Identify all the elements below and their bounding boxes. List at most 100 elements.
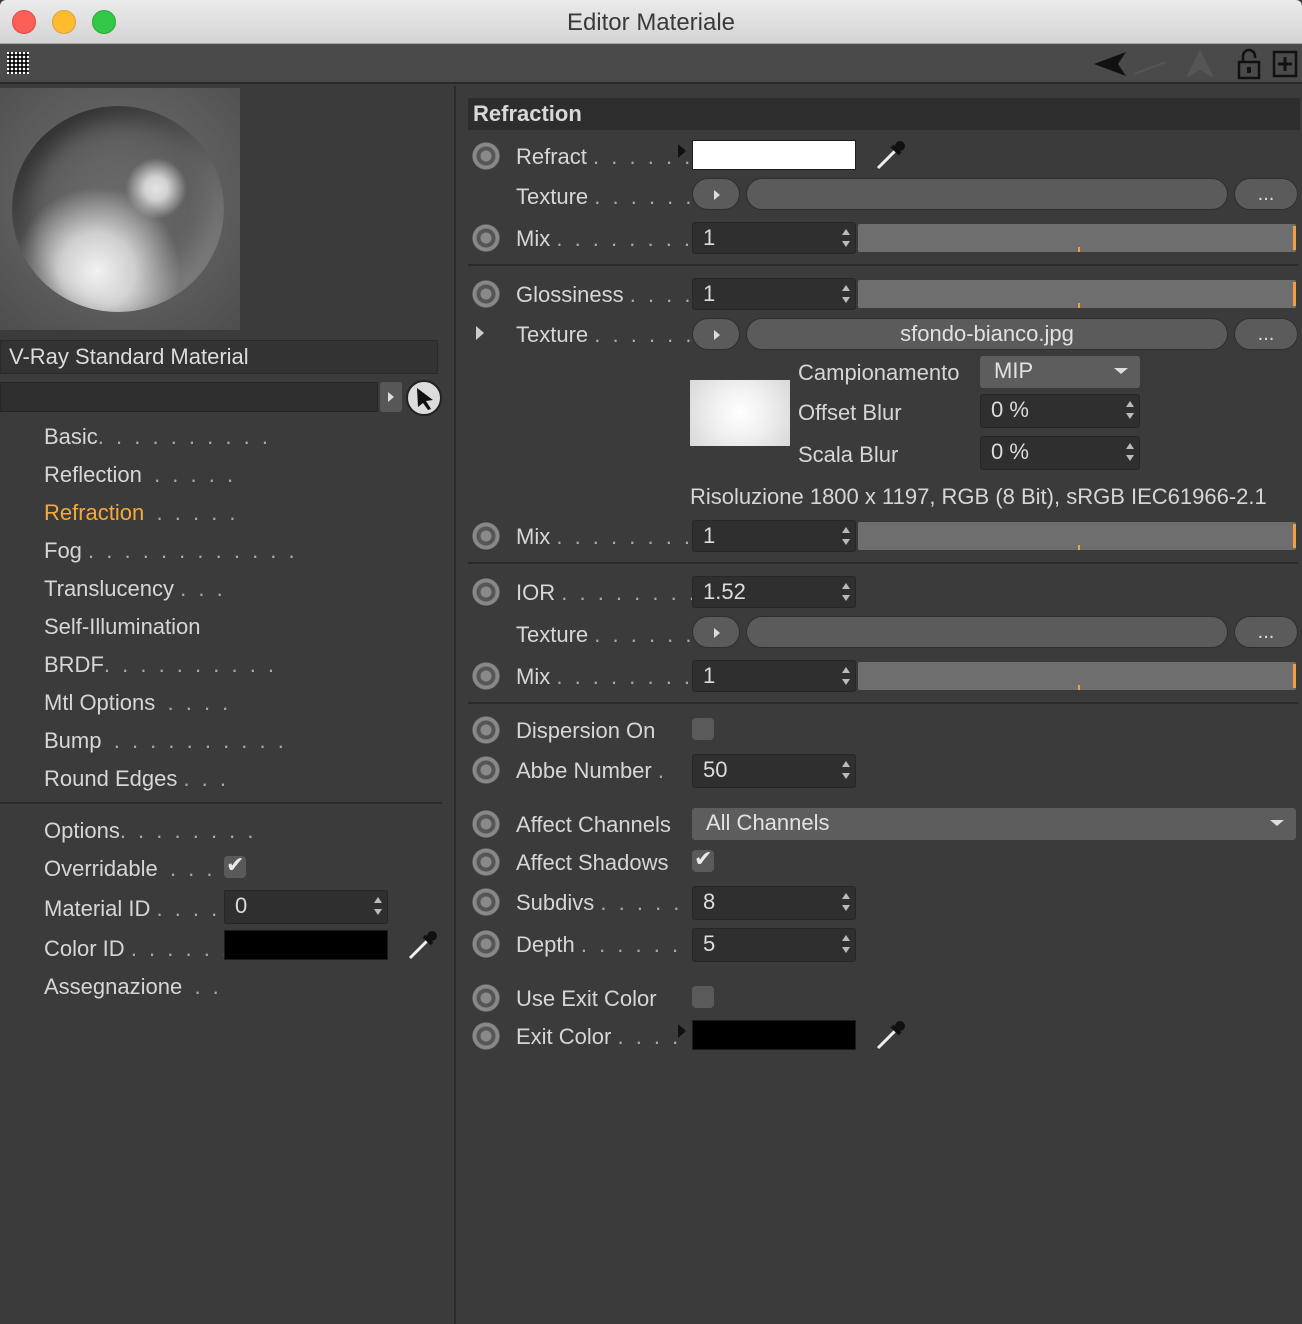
- nav-brdf[interactable]: BRDF. . . . . . . . . .: [44, 652, 277, 678]
- offset-blur-field[interactable]: 0 %: [980, 394, 1140, 428]
- scala-blur-value: 0 %: [991, 439, 1029, 464]
- affect-shadows-radio[interactable]: [472, 848, 500, 876]
- material-id-field[interactable]: 0: [224, 890, 388, 924]
- nav-reflection-dots: . . . . .: [154, 462, 237, 487]
- overridable-checkbox[interactable]: ✔: [224, 852, 246, 878]
- dispersion-checkbox[interactable]: [692, 718, 714, 740]
- lock-icon[interactable]: [1236, 48, 1264, 82]
- texture1-slot[interactable]: [746, 178, 1228, 210]
- refract-color-swatch[interactable]: [692, 140, 856, 170]
- nav-round-edges[interactable]: Round Edges . . .: [44, 766, 229, 792]
- glossiness-radio[interactable]: [472, 280, 500, 308]
- material-id-spinner[interactable]: [374, 897, 382, 915]
- offset-blur-spinner[interactable]: [1126, 401, 1134, 419]
- campionamento-label: Campionamento: [798, 360, 960, 385]
- subdivs-field[interactable]: 8: [692, 886, 856, 920]
- texture3-slot[interactable]: [746, 616, 1228, 648]
- nav-fog[interactable]: Fog . . . . . . . . . . . .: [44, 538, 298, 564]
- ior-spinner[interactable]: [842, 583, 850, 601]
- glossiness-field[interactable]: 1: [692, 278, 856, 310]
- mix2-spinner[interactable]: [842, 527, 850, 545]
- material-id-label: Material ID . . . . .: [44, 896, 239, 922]
- new-window-icon[interactable]: [1272, 48, 1300, 80]
- texture3-play-button[interactable]: [692, 616, 740, 648]
- subdivs-radio[interactable]: [472, 888, 500, 916]
- nav-options-dots: . . . . . . . .: [119, 818, 257, 843]
- texture2-more-button[interactable]: ...: [1234, 318, 1298, 350]
- nav-reflection[interactable]: Reflection . . . . .: [44, 462, 236, 488]
- affect-shadows-checkbox[interactable]: ✔: [692, 846, 714, 872]
- use-exit-color-checkbox[interactable]: [692, 986, 714, 1008]
- toolbar: [0, 44, 1302, 84]
- depth-radio[interactable]: [472, 930, 500, 958]
- color-id-swatch[interactable]: [224, 930, 388, 960]
- grid-icon[interactable]: [7, 52, 29, 74]
- nav-assegnazione[interactable]: Assegnazione . .: [44, 974, 222, 1000]
- depth-field[interactable]: 5: [692, 928, 856, 962]
- mix2-radio[interactable]: [472, 522, 500, 550]
- texture2-expand-arrow[interactable]: [476, 326, 484, 340]
- mix3-field[interactable]: 1: [692, 660, 856, 692]
- abbe-field[interactable]: 50: [692, 754, 856, 788]
- nav-bump[interactable]: Bump . . . . . . . . . .: [44, 728, 287, 754]
- scala-blur-field[interactable]: 0 %: [980, 436, 1140, 470]
- exit-color-radio[interactable]: [472, 1022, 500, 1050]
- campionamento-dropdown[interactable]: MIP: [980, 356, 1140, 388]
- cursor-icon[interactable]: [406, 380, 442, 416]
- texture2-slot[interactable]: sfondo-bianco.jpg: [746, 318, 1228, 350]
- abbe-spinner[interactable]: [842, 761, 850, 779]
- refract-expand-arrow[interactable]: [678, 144, 686, 158]
- glossiness-spinner[interactable]: [842, 285, 850, 303]
- mix3-spinner[interactable]: [842, 667, 850, 685]
- scala-blur-spinner[interactable]: [1126, 443, 1134, 461]
- nav-self-illumination[interactable]: Self-Illumination: [44, 614, 201, 640]
- ior-radio[interactable]: [472, 578, 500, 606]
- subdivs-spinner[interactable]: [842, 893, 850, 911]
- material-search-field[interactable]: [0, 382, 378, 412]
- depth-spinner[interactable]: [842, 935, 850, 953]
- material-search-play-button[interactable]: [380, 382, 402, 412]
- affect-channels-radio[interactable]: [472, 810, 500, 838]
- left-separator: [0, 802, 442, 804]
- texture3-more-button[interactable]: ...: [1234, 616, 1298, 648]
- texture1-more-button[interactable]: ...: [1234, 178, 1298, 210]
- dispersion-radio[interactable]: [472, 716, 500, 744]
- depth-value: 5: [703, 931, 716, 956]
- eyedropper-icon[interactable]: [406, 928, 440, 962]
- exit-color-expand-arrow[interactable]: [678, 1024, 686, 1038]
- nav-translucency-dots: . . .: [180, 576, 226, 601]
- material-preview[interactable]: [0, 88, 240, 330]
- nav-translucency[interactable]: Translucency . . .: [44, 576, 226, 602]
- right-pane: [458, 86, 1302, 1324]
- mix2-slider[interactable]: [858, 522, 1296, 550]
- refract-radio[interactable]: [472, 142, 500, 170]
- eyedropper-icon[interactable]: [874, 138, 908, 172]
- exit-color-swatch[interactable]: [692, 1020, 856, 1050]
- eyedropper-icon[interactable]: [874, 1018, 908, 1052]
- mix1-radio[interactable]: [472, 224, 500, 252]
- use-exit-color-radio[interactable]: [472, 984, 500, 1012]
- ior-field[interactable]: 1.52: [692, 576, 856, 608]
- mix3-slider[interactable]: [858, 662, 1296, 690]
- glossiness-slider[interactable]: [858, 280, 1296, 308]
- mix1-slider-tick: [1078, 247, 1080, 252]
- mix3-radio[interactable]: [472, 662, 500, 690]
- nav-options[interactable]: Options. . . . . . . .: [44, 818, 257, 844]
- nav-mtl-options[interactable]: Mtl Options . . . .: [44, 690, 231, 716]
- nav-bump-dots: . . . . . . . . . .: [113, 728, 287, 753]
- texture1-play-button[interactable]: [692, 178, 740, 210]
- forward-arrow-icon[interactable]: [1130, 48, 1170, 80]
- up-arrow-icon[interactable]: [1180, 48, 1220, 80]
- mix1-spinner[interactable]: [842, 229, 850, 247]
- abbe-radio[interactable]: [472, 756, 500, 784]
- nav-refraction[interactable]: Refraction . . . . .: [44, 500, 239, 526]
- mix2-field[interactable]: 1: [692, 520, 856, 552]
- affect-channels-dropdown[interactable]: All Channels: [692, 808, 1296, 840]
- mix1-field[interactable]: 1: [692, 222, 856, 254]
- ior-text: IOR: [516, 580, 556, 605]
- nav-basic-label: Basic: [44, 424, 98, 449]
- material-name-field[interactable]: V-Ray Standard Material: [0, 340, 438, 374]
- nav-basic[interactable]: Basic. . . . . . . . . .: [44, 424, 271, 450]
- mix1-slider[interactable]: [858, 224, 1296, 252]
- texture2-play-button[interactable]: [692, 318, 740, 350]
